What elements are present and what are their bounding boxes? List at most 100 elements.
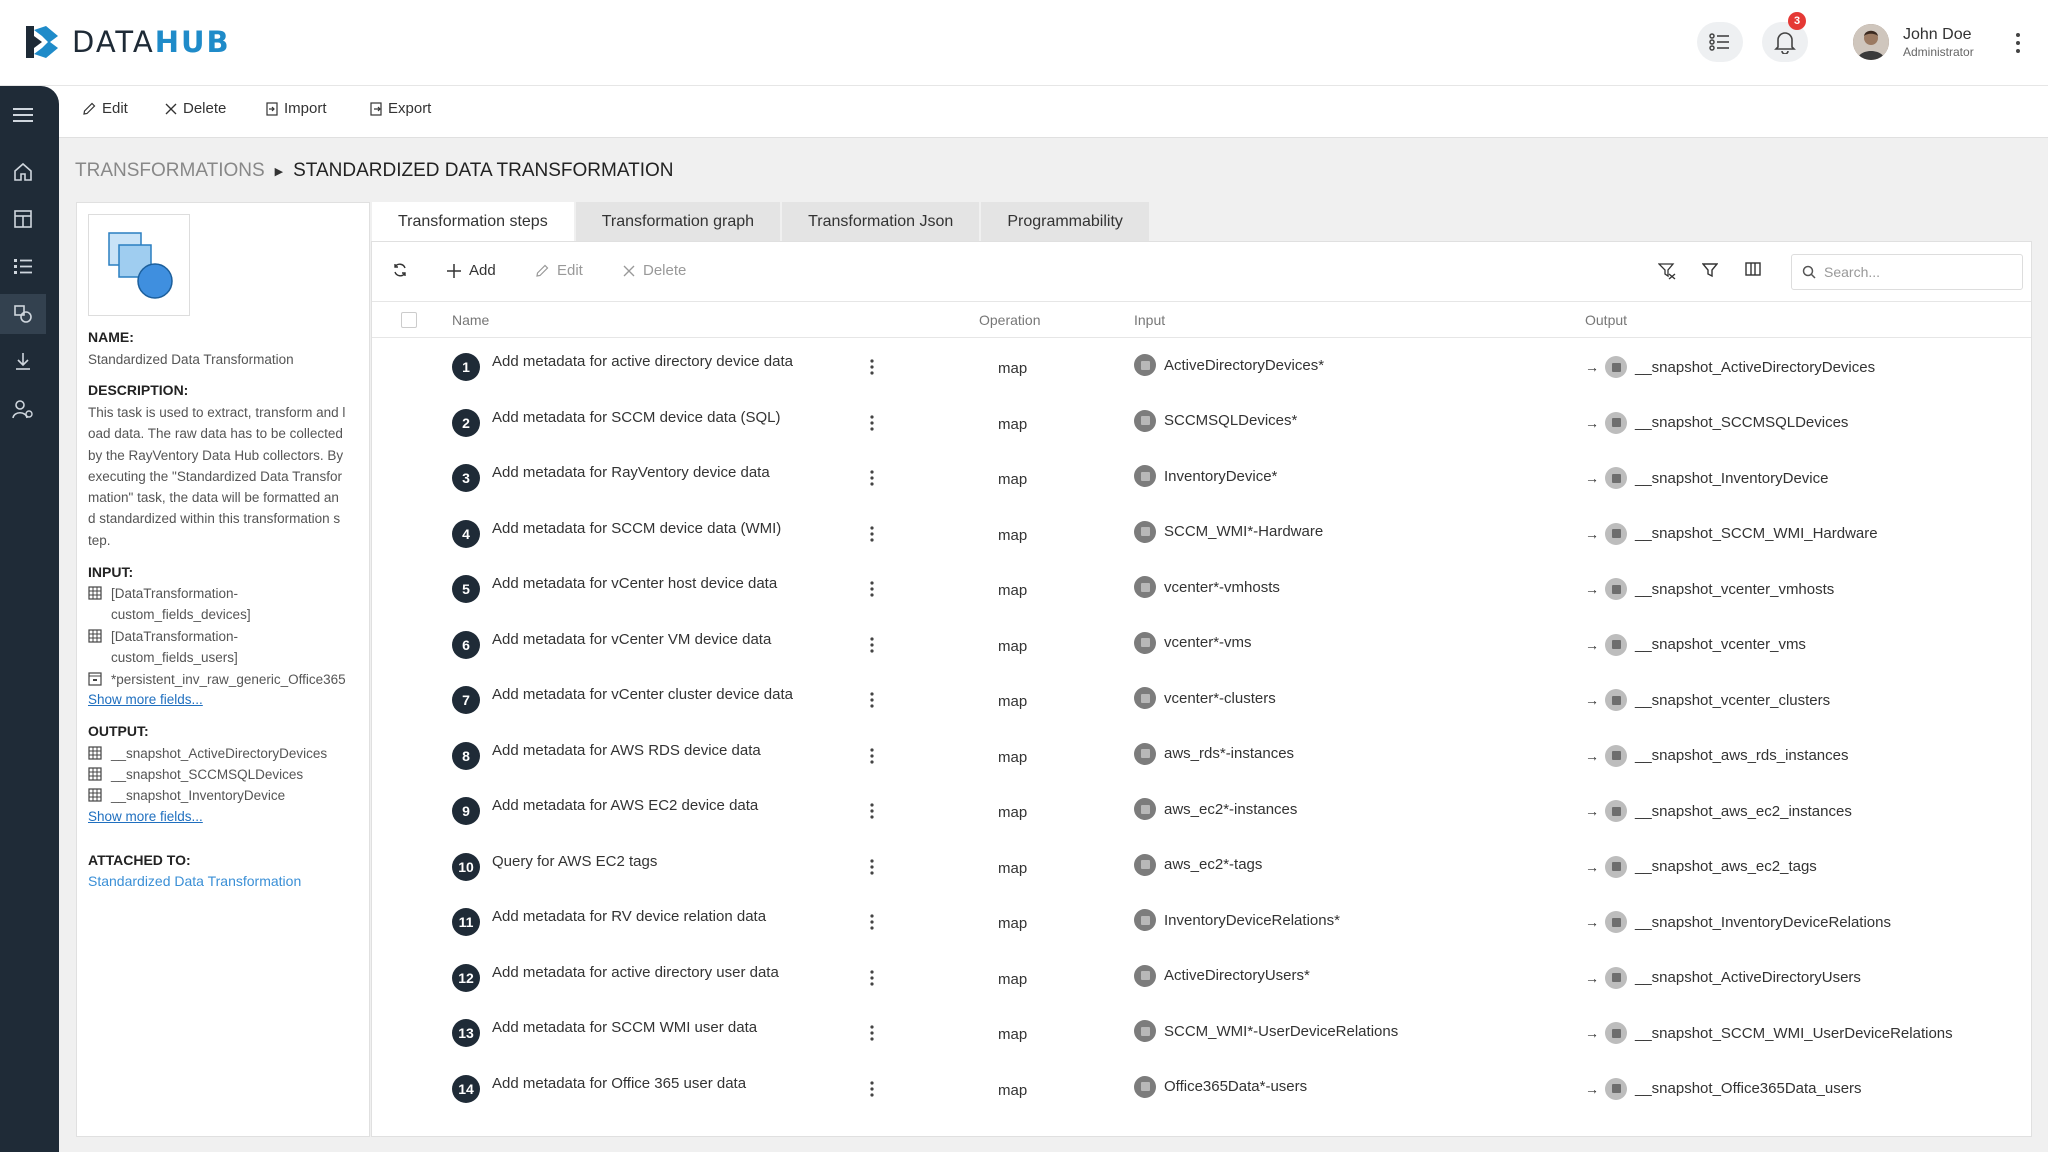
column-header-name[interactable]: Name bbox=[452, 312, 489, 328]
output-item: __snapshot_InventoryDevice bbox=[88, 785, 363, 806]
breadcrumb-root[interactable]: TRANSFORMATIONS bbox=[75, 160, 265, 182]
show-more-input-link[interactable]: Show more fields... bbox=[88, 692, 203, 707]
step-name[interactable]: Add metadata for active directory user d… bbox=[492, 964, 779, 981]
pencil-icon bbox=[83, 102, 96, 115]
tab-transformation-steps[interactable]: Transformation steps bbox=[372, 202, 576, 242]
step-output: → __snapshot_Office365Data_users bbox=[1585, 1077, 1862, 1100]
step-output-label: __snapshot_SCCMSQLDevices bbox=[1635, 414, 1849, 431]
avatar[interactable] bbox=[1853, 24, 1889, 60]
step-name[interactable]: Add metadata for RayVentory device data bbox=[492, 464, 770, 481]
more-vert-icon[interactable] bbox=[868, 914, 876, 930]
logo-text-hub: HUB bbox=[154, 25, 231, 59]
task-list-button[interactable] bbox=[1697, 22, 1743, 62]
table-row[interactable]: 8 Add metadata for AWS RDS device data map… bbox=[372, 728, 2031, 784]
step-name[interactable]: Add metadata for vCenter cluster device … bbox=[492, 686, 793, 703]
search-input[interactable] bbox=[1824, 264, 2014, 280]
more-vert-icon[interactable] bbox=[868, 636, 876, 653]
step-name[interactable]: Add metadata for AWS RDS device data bbox=[492, 742, 761, 759]
step-output: → __snapshot_InventoryDeviceRelations bbox=[1585, 911, 1891, 933]
list-icon bbox=[1709, 33, 1729, 51]
step-number-badge: 2 bbox=[452, 408, 480, 437]
tab-transformation-graph[interactable]: Transformation graph bbox=[575, 202, 783, 242]
close-icon bbox=[165, 103, 177, 114]
delete-step-button[interactable]: Delete bbox=[623, 262, 686, 279]
table-row[interactable]: 13 Add metadata for SCCM WMI user data map… bbox=[372, 1005, 2031, 1061]
table-row[interactable]: 1 Add metadata for active directory devic… bbox=[372, 339, 2031, 395]
import-button[interactable]: Import bbox=[266, 100, 327, 117]
step-operation: map bbox=[998, 804, 1028, 821]
step-name[interactable]: Add metadata for Office 365 user data bbox=[492, 1075, 746, 1092]
arrow-right-icon: → bbox=[1585, 636, 1599, 653]
edit-step-button[interactable]: Edit bbox=[535, 262, 583, 279]
refresh-button[interactable] bbox=[392, 262, 416, 278]
logo-text-data: DATA bbox=[72, 25, 155, 59]
sidebar-item-transformations[interactable] bbox=[0, 294, 46, 334]
more-vert-icon[interactable] bbox=[868, 525, 876, 542]
sidebar-item-user-settings[interactable] bbox=[0, 389, 46, 429]
step-name[interactable]: Add metadata for vCenter host device dat… bbox=[492, 575, 777, 592]
sidebar-item-download[interactable] bbox=[0, 341, 46, 381]
table-row[interactable]: 3 Add metadata for RayVentory device data… bbox=[372, 450, 2031, 506]
more-vert-icon[interactable] bbox=[868, 1025, 876, 1041]
export-button[interactable]: Export bbox=[370, 100, 431, 117]
more-vert-icon[interactable] bbox=[868, 359, 876, 375]
step-name[interactable]: Add metadata for AWS EC2 device data bbox=[492, 797, 758, 814]
user-name[interactable]: John Doe bbox=[1903, 26, 1972, 44]
column-header-output[interactable]: Output bbox=[1585, 312, 1627, 328]
app-header: DATAHUB 3 John Doe Administrator bbox=[0, 0, 2048, 86]
add-step-button[interactable]: Add bbox=[447, 262, 496, 279]
more-vert-icon[interactable] bbox=[868, 858, 876, 875]
step-name[interactable]: Add metadata for vCenter VM device data bbox=[492, 631, 771, 648]
more-vert-icon[interactable] bbox=[2008, 30, 2028, 56]
step-name[interactable]: Add metadata for RV device relation data bbox=[492, 908, 766, 925]
more-vert-icon[interactable] bbox=[868, 470, 876, 486]
dashboard-icon bbox=[14, 210, 32, 228]
table-row[interactable]: 14 Add metadata for Office 365 user data m… bbox=[372, 1061, 2031, 1117]
step-name[interactable]: Add metadata for active directory device… bbox=[492, 353, 793, 370]
table-row[interactable]: 11 Add metadata for RV device relation da… bbox=[372, 894, 2031, 950]
step-output: → __snapshot_aws_rds_instances bbox=[1585, 744, 1848, 767]
table-row[interactable]: 7 Add metadata for vCenter cluster device… bbox=[372, 672, 2031, 728]
step-name[interactable]: Add metadata for SCCM device data (WMI) bbox=[492, 520, 781, 537]
select-all-checkbox[interactable] bbox=[401, 312, 417, 328]
tab-transformation-json[interactable]: Transformation Json bbox=[782, 202, 982, 242]
input-item-label: *persistent_inv_raw_generic_Office365 bbox=[111, 672, 346, 687]
step-operation: map bbox=[998, 471, 1028, 488]
delete-button[interactable]: Delete bbox=[165, 100, 226, 117]
more-vert-icon[interactable] bbox=[868, 581, 876, 597]
more-vert-icon[interactable] bbox=[868, 803, 876, 819]
more-vert-icon[interactable] bbox=[868, 969, 876, 986]
sidebar-item-home[interactable] bbox=[0, 152, 46, 192]
sidebar-item-list[interactable] bbox=[0, 246, 46, 286]
tab-programmability[interactable]: Programmability bbox=[981, 202, 1151, 242]
table-row[interactable]: 10 Query for AWS EC2 tags map aws_ec2*-tags… bbox=[372, 839, 2031, 895]
more-vert-icon[interactable] bbox=[868, 414, 876, 431]
table-row[interactable]: 5 Add metadata for vCenter host device da… bbox=[372, 561, 2031, 617]
sidebar-item-dashboard[interactable] bbox=[0, 199, 46, 239]
more-vert-icon[interactable] bbox=[868, 747, 876, 764]
menu-toggle[interactable] bbox=[0, 95, 46, 135]
table-row[interactable]: 2 Add metadata for SCCM device data (SQL)… bbox=[372, 395, 2031, 451]
step-name[interactable]: Add metadata for SCCM WMI user data bbox=[492, 1019, 757, 1036]
show-more-output-link[interactable]: Show more fields... bbox=[88, 809, 203, 824]
filter-button[interactable] bbox=[1702, 262, 1726, 278]
table-row[interactable]: 6 Add metadata for vCenter VM device data… bbox=[372, 617, 2031, 673]
input-item-label: [DataTransformation-custom_fields_device… bbox=[111, 586, 251, 623]
step-operation: map bbox=[998, 859, 1028, 877]
clear-filter-button[interactable] bbox=[1658, 262, 1684, 280]
column-header-operation[interactable]: Operation bbox=[979, 312, 1040, 328]
step-number-badge: 7 bbox=[452, 686, 480, 714]
table-row[interactable]: 12 Add metadata for active directory user… bbox=[372, 950, 2031, 1006]
notifications-button[interactable]: 3 bbox=[1762, 12, 1808, 62]
table-row[interactable]: 9 Add metadata for AWS EC2 device data map… bbox=[372, 783, 2031, 839]
column-header-input[interactable]: Input bbox=[1134, 312, 1165, 328]
datahub-logo[interactable]: DATAHUB bbox=[20, 22, 231, 62]
table-row[interactable]: 4 Add metadata for SCCM device data (WMI)… bbox=[372, 506, 2031, 562]
attached-to-link[interactable]: Standardized Data Transformation bbox=[88, 873, 301, 889]
columns-button[interactable] bbox=[1745, 262, 1769, 276]
more-vert-icon[interactable] bbox=[868, 1080, 876, 1097]
edit-button[interactable]: Edit bbox=[82, 100, 128, 117]
step-name[interactable]: Query for AWS EC2 tags bbox=[492, 853, 657, 870]
step-name[interactable]: Add metadata for SCCM device data (SQL) bbox=[492, 409, 780, 426]
more-vert-icon[interactable] bbox=[868, 692, 876, 708]
